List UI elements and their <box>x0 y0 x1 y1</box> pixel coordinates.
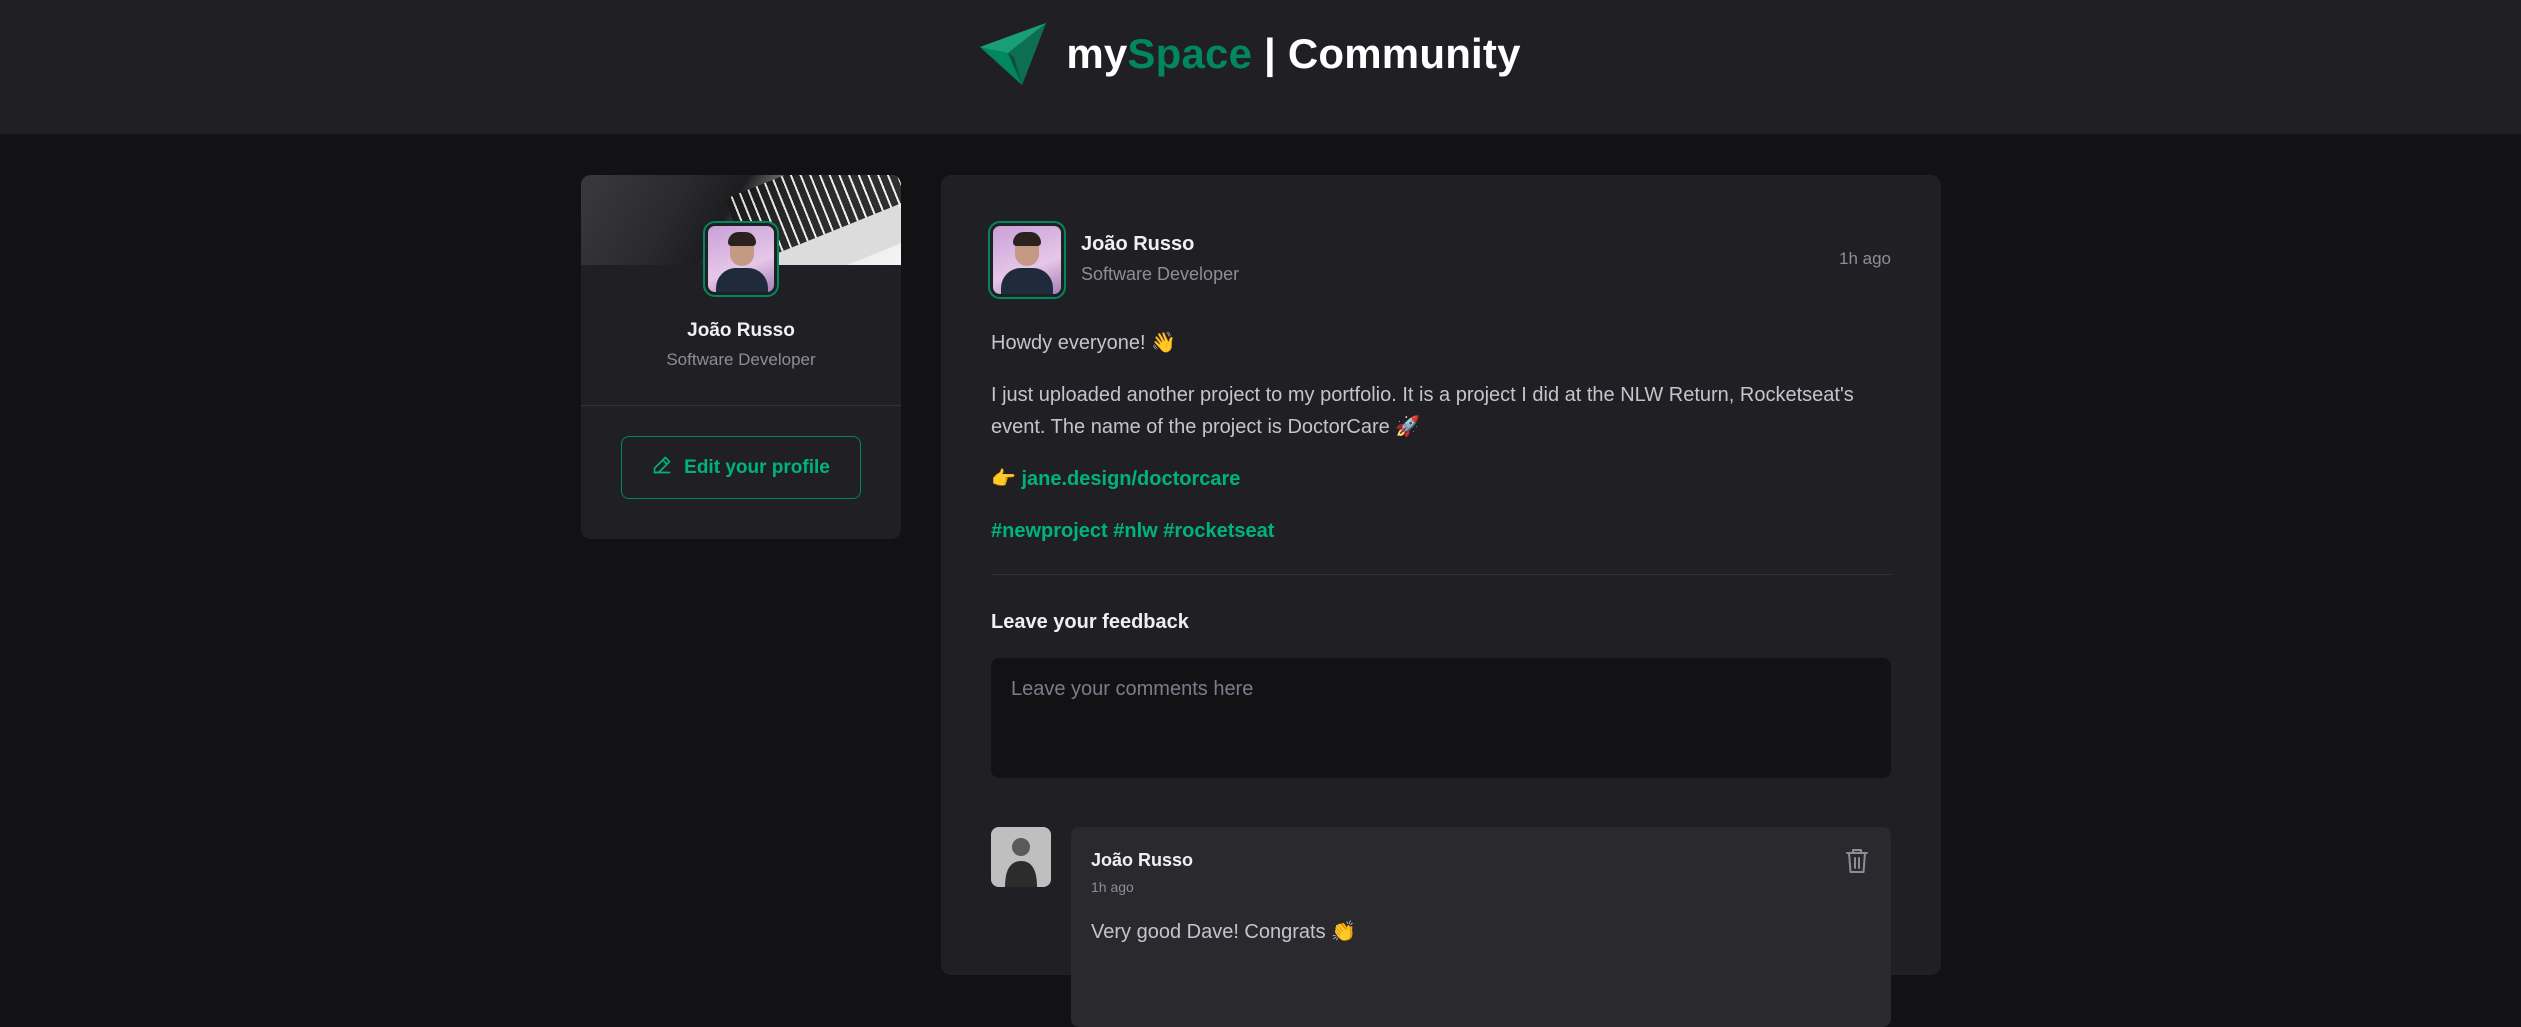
brand[interactable]: mySpace | Community <box>980 23 1520 85</box>
app-header: mySpace | Community <box>0 0 2521 134</box>
post-author-role: Software Developer <box>1081 264 1240 284</box>
post-content: Howdy everyone! 👋 I just uploaded anothe… <box>991 327 1896 567</box>
hashtags-link[interactable]: #newproject #nlw #rocketseat <box>991 520 1274 542</box>
post-link-line: 👉 jane.design/doctorcare <box>991 468 1241 490</box>
profile-sidebar: João Russo Software Developer Edit your … <box>581 175 901 539</box>
paper-plane-logo-icon <box>980 23 1047 85</box>
feedback-textarea[interactable] <box>991 658 1891 778</box>
comment-author-name: João Russo <box>1091 850 1194 870</box>
project-link[interactable]: jane.design/doctorcare <box>1021 468 1240 490</box>
comment-author-avatar[interactable] <box>991 827 1051 887</box>
edit-profile-label: Edit your profile <box>684 456 830 478</box>
post-hashtags-line: #newproject #nlw #rocketseat <box>991 515 1896 547</box>
divider <box>991 574 1891 575</box>
profile-role: Software Developer <box>666 350 816 369</box>
profile-name: João Russo <box>687 320 795 341</box>
brand-title: mySpace | Community <box>1066 30 1521 77</box>
avatar[interactable] <box>703 221 779 297</box>
feedback-title: Leave your feedback <box>991 611 1189 633</box>
edit-profile-button[interactable]: Edit your profile <box>621 436 861 499</box>
pencil-icon <box>652 455 672 481</box>
divider <box>581 405 901 406</box>
post-card: João Russo Software Developer 1h ago How… <box>941 175 1941 1027</box>
post-author-avatar[interactable] <box>988 221 1066 299</box>
delete-comment-button[interactable] <box>1845 847 1869 878</box>
comment-card: João Russo 1h ago Very good Dave! Congra… <box>1071 827 1891 1027</box>
post-body: I just uploaded another project to my po… <box>991 384 1854 438</box>
comment-timestamp: 1h ago <box>1091 879 1134 895</box>
comment-text: Very good Dave! Congrats 👏 <box>1091 921 1357 943</box>
post-author-name: João Russo <box>1081 233 1195 255</box>
trash-icon <box>1845 849 1869 878</box>
post-timestamp: 1h ago <box>1839 249 1891 268</box>
post-greeting: Howdy everyone! 👋 <box>991 332 1176 354</box>
